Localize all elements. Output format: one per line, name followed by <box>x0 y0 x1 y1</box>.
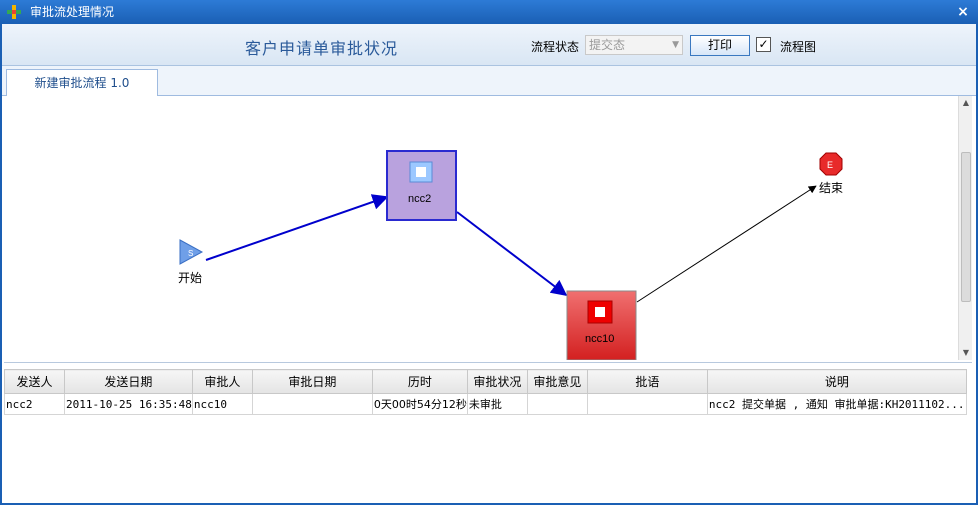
flow-diagram-checkbox[interactable]: ✓ <box>756 37 771 52</box>
column-header[interactable]: 发送日期 <box>64 369 193 394</box>
flow-status-value: 提交态 <box>589 38 626 52</box>
window-title: 审批流处理情况 <box>30 5 115 19</box>
cell-duration: 0天00时54分12秒 <box>371 393 468 415</box>
node-ncc2-box <box>386 150 457 221</box>
task-icon-inner <box>595 307 605 317</box>
print-button[interactable]: 打印 <box>690 35 750 56</box>
chevron-down-icon: ▼ <box>672 40 679 50</box>
flow-canvas: S 开始 ncc2 ncc10 E 结束 <box>4 96 958 360</box>
checkmark-icon: ✓ <box>758 37 769 51</box>
node-ncc2[interactable]: ncc2 <box>386 150 457 221</box>
scroll-up-icon[interactable]: ▲ <box>959 96 973 110</box>
scroll-thumb[interactable] <box>961 152 971 302</box>
flow-status-select[interactable]: 提交态 ▼ <box>585 35 683 55</box>
cell-description: ncc2 提交单据 , 通知 审批单据:KH2011102... <box>706 393 967 415</box>
cell-status: 未审批 <box>466 393 528 415</box>
approval-table: 发送人 发送日期 审批人 审批日期 历时 审批状况 审批意见 批语 说明 ncc… <box>4 369 967 415</box>
canvas-scrollbar[interactable]: ▲ ▼ <box>958 96 972 360</box>
app-logo-icon <box>7 5 21 19</box>
column-header[interactable]: 发送人 <box>4 369 65 394</box>
table-row[interactable]: ncc2 2011-10-25 16:35:48 ncc10 0天00时54分1… <box>4 393 967 415</box>
start-label: 开始 <box>178 271 202 285</box>
node-ncc10-label: ncc10 <box>585 333 614 345</box>
flow-diagram: S 开始 ncc2 ncc10 E 结束 <box>178 150 843 360</box>
approval-grid: 发送人 发送日期 审批人 审批日期 历时 审批状况 审批意见 批语 说明 ncc… <box>4 362 972 501</box>
column-header[interactable]: 历时 <box>371 369 468 394</box>
title-bar: 审批流处理情况 × <box>0 0 978 24</box>
task-icon-inner <box>416 167 426 177</box>
column-header[interactable]: 说明 <box>706 369 967 394</box>
cell-sender: ncc2 <box>4 393 65 415</box>
end-label: 结束 <box>819 181 843 195</box>
edge-start-to-ncc2 <box>205 194 389 261</box>
cell-approve-date <box>251 393 373 415</box>
cell-comment <box>586 393 708 415</box>
cell-approver: ncc10 <box>191 393 253 415</box>
column-header[interactable]: 审批状况 <box>466 369 528 394</box>
start-node[interactable]: S 开始 <box>178 239 204 285</box>
end-node[interactable]: E 结束 <box>819 152 843 195</box>
header-toolbar: 客户申请单审批状况 流程状态 提交态 ▼ 打印 ✓ 流程图 <box>2 24 976 66</box>
close-button[interactable]: × <box>954 3 972 21</box>
column-header[interactable]: 审批日期 <box>251 369 373 394</box>
tab-strip: 新建审批流程 1.0 <box>2 66 976 97</box>
edge-ncc2-to-ncc10 <box>456 211 568 296</box>
node-ncc10[interactable]: ncc10 <box>566 290 637 360</box>
end-badge: E <box>827 160 833 170</box>
tab-workflow[interactable]: 新建审批流程 1.0 <box>6 69 158 97</box>
column-header[interactable]: 审批人 <box>191 369 253 394</box>
cell-opinion <box>526 393 588 415</box>
edge-ncc10-to-end <box>636 185 817 303</box>
flow-status-label: 流程状态 <box>531 40 580 54</box>
column-header[interactable]: 审批意见 <box>526 369 588 394</box>
start-badge: S <box>188 249 193 258</box>
flow-diagram-label: 流程图 <box>780 40 817 54</box>
column-header[interactable]: 批语 <box>586 369 708 394</box>
node-ncc2-label: ncc2 <box>408 193 431 205</box>
page-title: 客户申请单审批状况 <box>245 39 399 58</box>
scroll-down-icon[interactable]: ▼ <box>959 346 973 360</box>
table-header-row: 发送人 发送日期 审批人 审批日期 历时 审批状况 审批意见 批语 说明 <box>4 369 967 394</box>
cell-send-date: 2011-10-25 16:35:48 <box>64 393 193 415</box>
